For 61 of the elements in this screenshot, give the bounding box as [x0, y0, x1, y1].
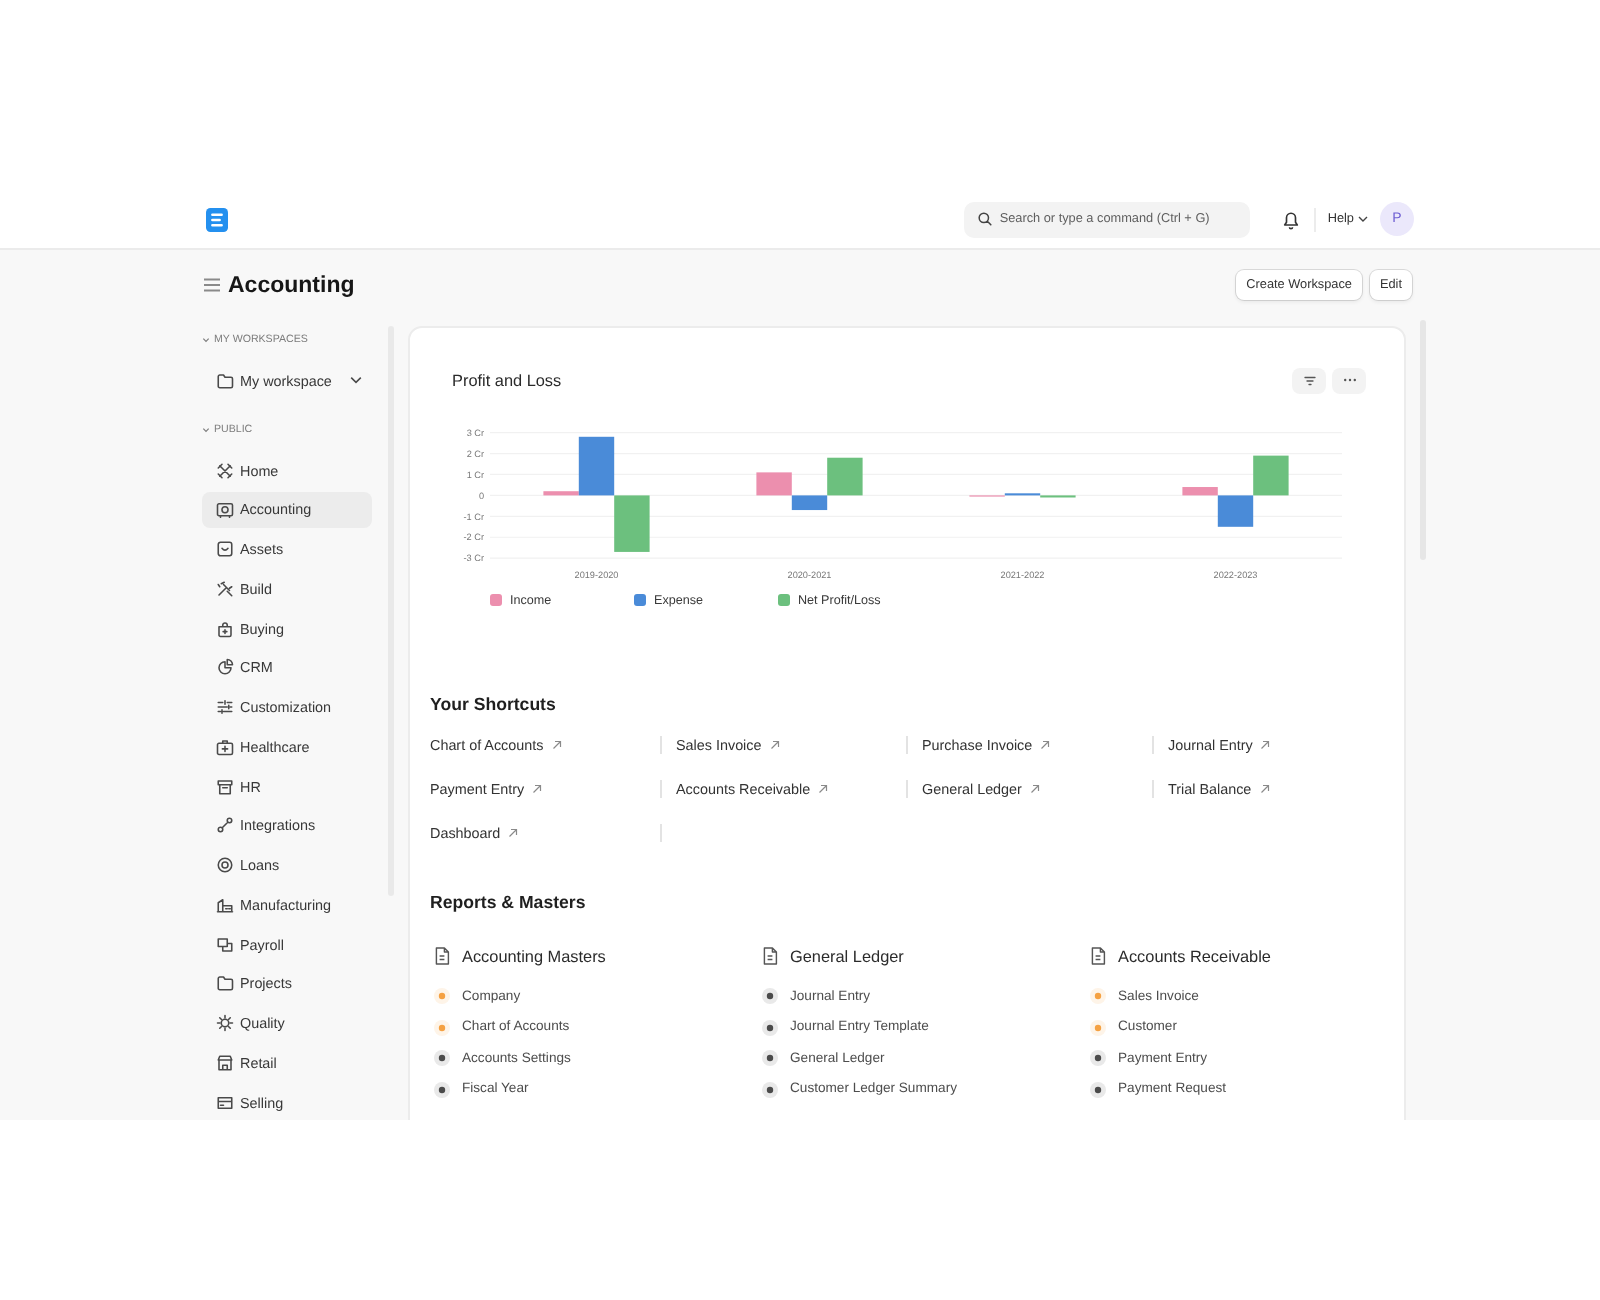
arrow-up-right-icon	[532, 783, 543, 793]
bullet-icon	[762, 1050, 778, 1067]
safe-icon	[216, 500, 234, 519]
filter-button[interactable]	[1292, 367, 1326, 393]
tools-icon	[216, 579, 234, 598]
document-icon	[434, 946, 450, 966]
archive-icon	[216, 777, 234, 795]
connected-nodes-icon	[216, 816, 234, 835]
card-title: General Ledger	[790, 947, 904, 965]
bullet-icon	[434, 1050, 450, 1067]
bullet-icon	[1090, 1050, 1106, 1067]
coin-icon	[216, 856, 234, 874]
folder-icon	[216, 974, 234, 993]
arrow-up-right-icon	[1259, 783, 1270, 793]
bullet-icon	[1090, 1081, 1106, 1098]
bullet-icon	[434, 1081, 450, 1098]
filter-icon	[1303, 375, 1315, 385]
chart-title: Profit and Loss	[452, 371, 562, 389]
card-icon	[216, 1093, 234, 1111]
folder-icon	[216, 371, 234, 389]
bullet-icon	[434, 1019, 450, 1036]
arrow-up-right-icon	[818, 783, 829, 793]
arrow-up-right-icon	[1040, 739, 1051, 749]
bell-icon[interactable]	[1281, 209, 1300, 229]
card-title: Accounting Masters	[462, 947, 606, 965]
stacked-notes-icon	[216, 935, 234, 953]
section-heading: Reports & Masters	[430, 890, 588, 914]
logo-icon[interactable]	[206, 207, 228, 231]
bullet-icon	[434, 988, 450, 1004]
caret-icon	[202, 336, 210, 344]
chevron-down-icon	[1358, 216, 1368, 222]
page-title: Accounting	[228, 273, 355, 297]
chevron-icon[interactable]	[350, 376, 362, 384]
chart-bar	[614, 495, 650, 552]
menu-icon[interactable]	[204, 278, 220, 292]
chart-bar	[1253, 455, 1289, 496]
bullet-icon	[762, 1081, 778, 1098]
bullet-icon	[762, 988, 778, 1004]
shopping-bag-icon	[216, 619, 234, 637]
arrow-up-right-icon	[1029, 783, 1040, 793]
section-heading: Your Shortcuts	[430, 692, 558, 716]
crossed-tools-icon	[216, 461, 234, 479]
arrow-up-right-icon	[551, 739, 562, 749]
storefront-icon	[216, 1053, 234, 1072]
search-icon	[977, 212, 992, 226]
arrow-up-right-icon	[769, 739, 780, 749]
box-icon	[216, 540, 234, 558]
document-icon	[762, 946, 778, 966]
bullet-icon	[1090, 988, 1106, 1004]
bullet-icon	[1090, 1019, 1106, 1036]
card-title: Accounts Receivable	[1118, 947, 1271, 965]
bullet-icon	[762, 1019, 778, 1036]
caret-icon	[202, 426, 210, 434]
arrow-up-right-icon	[1260, 739, 1271, 749]
factory-icon	[216, 895, 234, 914]
gear-icon	[216, 1014, 234, 1032]
pie-chart-icon	[216, 658, 234, 677]
arrow-up-right-icon	[508, 827, 519, 837]
medical-case-icon	[216, 737, 234, 756]
document-icon	[1090, 946, 1106, 966]
sliders-icon	[216, 698, 234, 716]
